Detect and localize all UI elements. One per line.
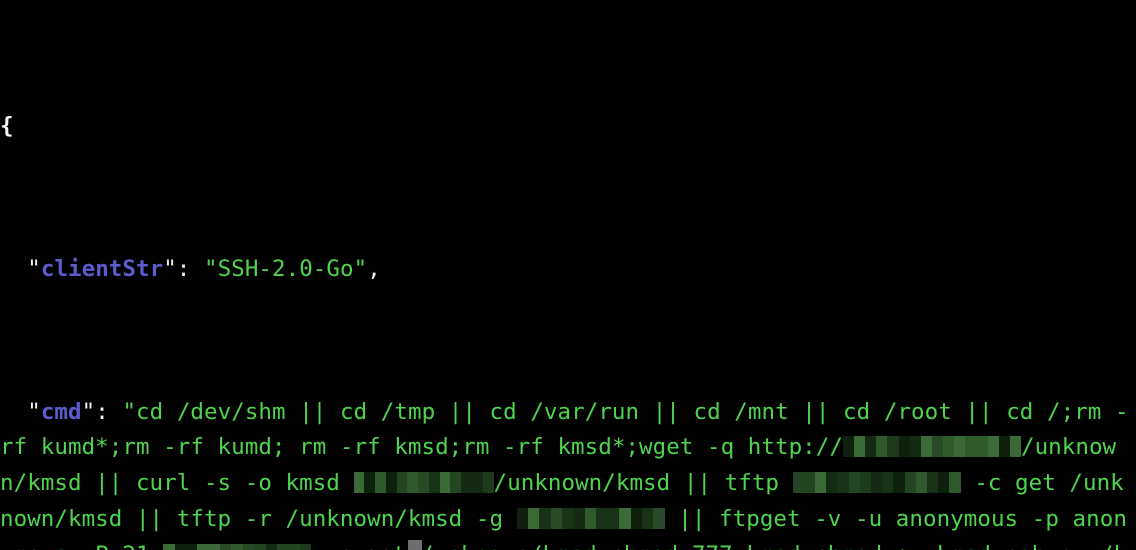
cmd-segment-3: /unknown/kmsd || tftp [493,470,793,497]
terminal-next-line [0,538,1136,550]
key-clientStr: clientStr [40,255,164,282]
quote-open: " [204,255,218,282]
comma: , [367,255,381,282]
quote-open: " [27,398,41,425]
quote-close: " [163,255,177,282]
key-cmd: cmd [40,398,82,425]
json-open-brace: { [0,113,14,140]
terminal-cursor[interactable] [408,540,422,550]
value-clientStr: SSH-2.0-Go [217,255,354,282]
line-open-brace: { [0,109,1136,145]
colon: : [176,255,191,282]
line-clientStr: "clientStr": "SSH-2.0-Go", [0,252,1136,288]
redaction-2 [353,472,494,494]
quote-close: " [81,398,96,425]
line-cmd: "cmd": "cd /dev/shm || cd /tmp || cd /va… [0,395,1136,550]
redaction-4 [516,507,665,529]
json-log-output: { "clientStr": "SSH-2.0-Go", "cmd": "cd … [0,2,1136,550]
quote-open: " [27,255,41,282]
quote-close: " [353,255,368,282]
redaction-1 [842,436,1021,458]
quote-open: " [122,398,137,425]
terminal-window: { "clientStr": "SSH-2.0-Go", "cmd": "cd … [0,0,1136,550]
redaction-3 [792,472,961,494]
colon: : [95,398,109,425]
